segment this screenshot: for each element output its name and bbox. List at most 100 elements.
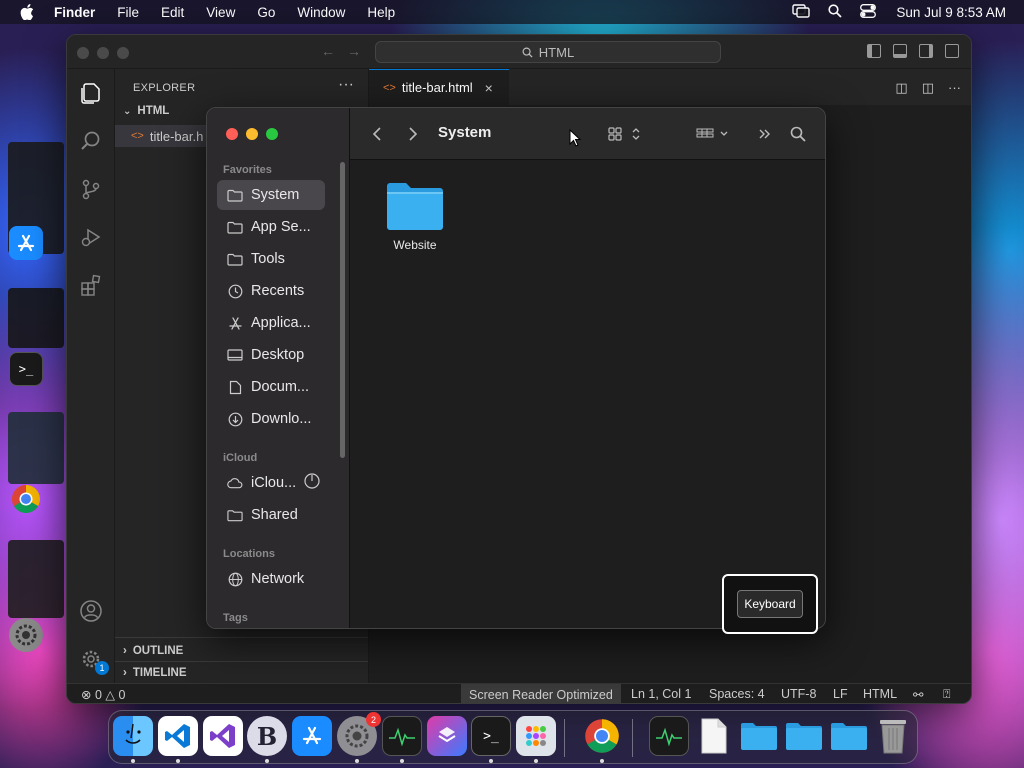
dock-finder-icon[interactable] [113, 716, 153, 756]
menu-view[interactable]: View [206, 5, 235, 20]
notifications-bell-icon[interactable]: ⍰ [943, 687, 951, 702]
apple-menu-icon[interactable] [20, 4, 36, 20]
folder-website[interactable]: Website [384, 180, 446, 252]
dock-shortcuts-icon[interactable] [427, 716, 467, 756]
sidebar-scrollbar[interactable] [340, 162, 345, 458]
dock-folder-icon[interactable] [784, 716, 824, 756]
system-settings-stage-icon[interactable] [9, 618, 43, 652]
vscode-close-button[interactable] [77, 47, 89, 59]
dock-trash-icon[interactable] [873, 716, 913, 756]
accounts-icon[interactable] [79, 599, 103, 623]
tab-label: title-bar.html [401, 80, 473, 95]
menu-app-name[interactable]: Finder [54, 5, 95, 20]
explorer-icon[interactable] [79, 81, 103, 105]
dock-activity-monitor-doc-icon[interactable] [649, 716, 689, 756]
indentation-status[interactable]: Spaces: 4 [709, 687, 765, 701]
back-arrow-icon[interactable]: ← [321, 43, 335, 59]
dock-launchpad-icon[interactable] [516, 716, 556, 756]
tab-title-bar-html[interactable]: <> title-bar.html × [369, 69, 509, 105]
icon-view-toggle-icon[interactable] [608, 124, 644, 144]
eol-status[interactable]: LF [833, 687, 848, 701]
more-actions-icon[interactable]: ··· [948, 80, 961, 96]
menu-window[interactable]: Window [297, 5, 345, 20]
toggle-secondary-sidebar-icon[interactable] [919, 44, 933, 58]
menu-go[interactable]: Go [257, 5, 275, 20]
dock-activity-monitor-icon[interactable] [382, 716, 422, 756]
control-center-icon[interactable] [860, 3, 877, 21]
stage-window-thumbnail[interactable] [8, 540, 64, 618]
forward-icon[interactable] [408, 124, 418, 144]
sidebar-item-tools[interactable]: Tools [217, 244, 325, 274]
manage-gear-icon[interactable]: 1 [79, 647, 109, 675]
extensions-icon[interactable] [79, 273, 103, 297]
dock-terminal-icon[interactable]: >_ [471, 716, 511, 756]
feedback-icon[interactable]: ⚯ [913, 687, 923, 702]
sidebar-item-applications[interactable]: Applica... [217, 308, 325, 338]
outline-section[interactable]: › OUTLINE [123, 645, 183, 657]
menu-clock[interactable]: Sun Jul 9 8:53 AM [896, 5, 1006, 20]
open-preview-icon[interactable]: ◫ [895, 80, 907, 96]
cursor-position-status[interactable]: Ln 1, Col 1 [631, 687, 691, 701]
timeline-section[interactable]: › TIMELINE [123, 667, 187, 679]
keyboard-button[interactable]: Keyboard [737, 590, 803, 618]
forward-arrow-icon[interactable]: → [347, 43, 361, 59]
search-icon[interactable] [790, 124, 806, 144]
sidebar-item-documents[interactable]: Docum... [217, 372, 325, 402]
spotlight-search-icon[interactable] [828, 3, 843, 21]
dock-app-store-icon[interactable] [292, 716, 332, 756]
dock-vscode-icon[interactable] [158, 716, 198, 756]
encoding-status[interactable]: UTF-8 [781, 687, 816, 701]
terminal-stage-icon[interactable]: >_ [9, 352, 43, 386]
sidebar-item-app-support[interactable]: App Se... [217, 212, 325, 242]
close-button[interactable] [226, 128, 238, 140]
toggle-panel-icon[interactable] [893, 44, 907, 58]
sidebar-item-icloud-drive[interactable]: iClou... [217, 468, 325, 498]
clock-icon [227, 283, 243, 299]
back-icon[interactable] [372, 124, 382, 144]
app-store-stage-icon[interactable] [9, 226, 43, 260]
customize-layout-icon[interactable] [945, 44, 959, 58]
sidebar-item-label: System [251, 187, 300, 203]
menu-edit[interactable]: Edit [161, 5, 184, 20]
sidebar-item-network[interactable]: Network [217, 564, 325, 594]
vscode-zoom-button[interactable] [117, 47, 129, 59]
sidebar-item-recents[interactable]: Recents [217, 276, 325, 306]
dock-bbedit-icon[interactable]: B [247, 716, 287, 756]
dock-folder-icon[interactable] [739, 716, 779, 756]
dock-system-settings-icon[interactable]: 2 [337, 712, 381, 756]
dock-chrome-icon[interactable] [582, 716, 622, 756]
menu-file[interactable]: File [117, 5, 139, 20]
applications-icon [227, 315, 243, 331]
stage-window-thumbnail[interactable] [8, 288, 64, 348]
sidebar-item-downloads[interactable]: Downlo... [217, 404, 325, 434]
group-by-icon[interactable] [696, 124, 732, 144]
command-center-search[interactable]: HTML [375, 41, 721, 63]
dock-folder-icon[interactable] [829, 716, 869, 756]
close-tab-icon[interactable]: × [485, 80, 493, 96]
vscode-minimize-button[interactable] [97, 47, 109, 59]
screen-reader-status[interactable]: Screen Reader Optimized [461, 684, 621, 703]
sidebar-item-system[interactable]: System [217, 180, 325, 210]
language-status[interactable]: HTML [863, 687, 897, 701]
sidebar-item-desktop[interactable]: Desktop [217, 340, 325, 370]
source-control-icon[interactable] [79, 177, 103, 201]
stage-window-thumbnail[interactable] [8, 412, 64, 484]
minimize-button[interactable] [246, 128, 258, 140]
more-toolbar-icon[interactable] [758, 124, 772, 144]
error-icon: ⊗ [81, 688, 92, 702]
sidebar-item-shared[interactable]: Shared [217, 500, 325, 530]
toggle-primary-sidebar-icon[interactable] [867, 44, 881, 58]
problems-status[interactable]: ⊗ 0 △ 0 [81, 687, 125, 702]
vscode-title-bar: ← → HTML [67, 35, 971, 69]
folder-html[interactable]: ⌄ HTML [123, 105, 169, 117]
screen-mirroring-icon[interactable] [792, 3, 811, 21]
more-actions-icon[interactable]: ··· [338, 76, 354, 94]
search-icon[interactable] [79, 129, 103, 153]
split-editor-icon[interactable]: ◫ [922, 80, 934, 96]
dock-visual-studio-icon[interactable] [203, 716, 243, 756]
chrome-stage-icon[interactable] [9, 482, 43, 516]
zoom-button[interactable] [266, 128, 278, 140]
dock-document-icon[interactable] [694, 716, 734, 756]
menu-help[interactable]: Help [367, 5, 395, 20]
run-debug-icon[interactable] [79, 225, 103, 249]
